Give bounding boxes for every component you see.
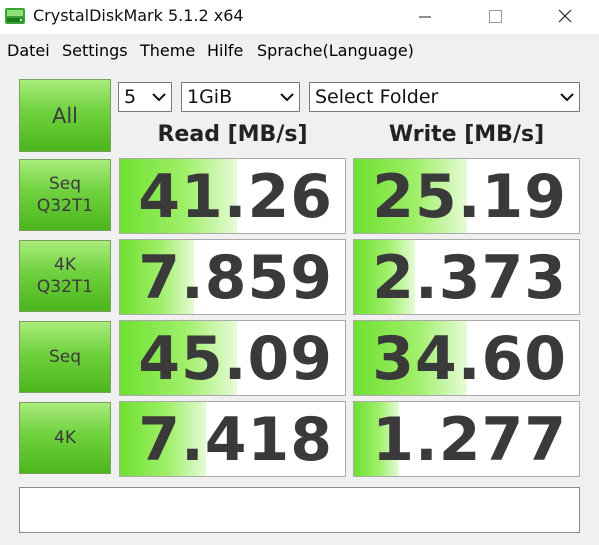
maximize-icon	[489, 10, 502, 23]
4k-q32t1-read-result: 7.859	[119, 239, 346, 315]
write-header: Write [MB/s]	[388, 122, 545, 147]
test-size-select[interactable]: 1GiB	[181, 82, 300, 112]
menu-hilfe[interactable]: Hilfe	[207, 41, 243, 60]
test-size-value: 1GiB	[187, 86, 233, 108]
4k-q32t1-write-result: 2.373	[353, 239, 580, 315]
chevron-down-icon	[280, 93, 294, 102]
disk-app-icon	[5, 8, 25, 24]
4k-q32t1-button[interactable]: 4K Q32T1	[19, 240, 111, 312]
menu-theme[interactable]: Theme	[140, 41, 195, 60]
4k-q32t1-label: 4K Q32T1	[36, 255, 94, 297]
test-count-select[interactable]: 5	[118, 82, 172, 112]
menu-settings[interactable]: Settings	[62, 41, 128, 60]
test-count-value: 5	[124, 86, 137, 108]
4k-read-result: 7.418	[119, 401, 346, 477]
minimize-icon	[419, 16, 431, 18]
minimize-button[interactable]	[395, 0, 455, 34]
4k-q32t1-write-value: 2.373	[372, 243, 567, 313]
seq-write-value: 34.60	[372, 324, 567, 394]
window-title: CrystalDiskMark 5.1.2 x64	[33, 6, 244, 25]
menu-language[interactable]: Sprache(Language)	[257, 41, 414, 60]
all-button[interactable]: All	[19, 79, 111, 152]
chevron-down-icon	[560, 93, 574, 102]
4k-label: 4K	[54, 428, 76, 448]
comment-field[interactable]	[19, 487, 580, 533]
crystaldiskmark-window: CrystalDiskMark 5.1.2 x64 Datei Settings…	[0, 0, 599, 545]
target-folder-value: Select Folder	[315, 86, 439, 108]
target-folder-select[interactable]: Select Folder	[309, 82, 580, 112]
4k-button[interactable]: 4K	[19, 402, 111, 474]
4k-write-result: 1.277	[353, 401, 580, 477]
chevron-down-icon	[152, 93, 166, 102]
title-bar: CrystalDiskMark 5.1.2 x64	[0, 0, 599, 34]
read-header: Read [MB/s]	[157, 122, 308, 147]
close-icon	[558, 9, 572, 23]
seq-write-result: 34.60	[353, 320, 580, 396]
seq-q32t1-write-value: 25.19	[372, 162, 567, 232]
seq-q32t1-read-value: 41.26	[138, 162, 333, 232]
seq-q32t1-read-result: 41.26	[119, 158, 346, 234]
all-button-label: All	[51, 103, 79, 128]
seq-q32t1-button[interactable]: Seq Q32T1	[19, 159, 111, 231]
4k-read-value: 7.418	[138, 405, 333, 475]
seq-read-value: 45.09	[138, 324, 333, 394]
seq-label: Seq	[48, 347, 82, 367]
close-button[interactable]	[535, 0, 595, 34]
menu-bar: Datei Settings Theme Hilfe Sprache(Langu…	[0, 34, 599, 66]
maximize-button[interactable]	[465, 0, 525, 34]
4k-write-value: 1.277	[372, 405, 567, 475]
4k-q32t1-read-value: 7.859	[138, 243, 333, 313]
seq-button[interactable]: Seq	[19, 321, 111, 393]
seq-q32t1-label: Seq Q32T1	[36, 174, 94, 216]
seq-read-result: 45.09	[119, 320, 346, 396]
menu-datei[interactable]: Datei	[7, 41, 50, 60]
seq-q32t1-write-result: 25.19	[353, 158, 580, 234]
